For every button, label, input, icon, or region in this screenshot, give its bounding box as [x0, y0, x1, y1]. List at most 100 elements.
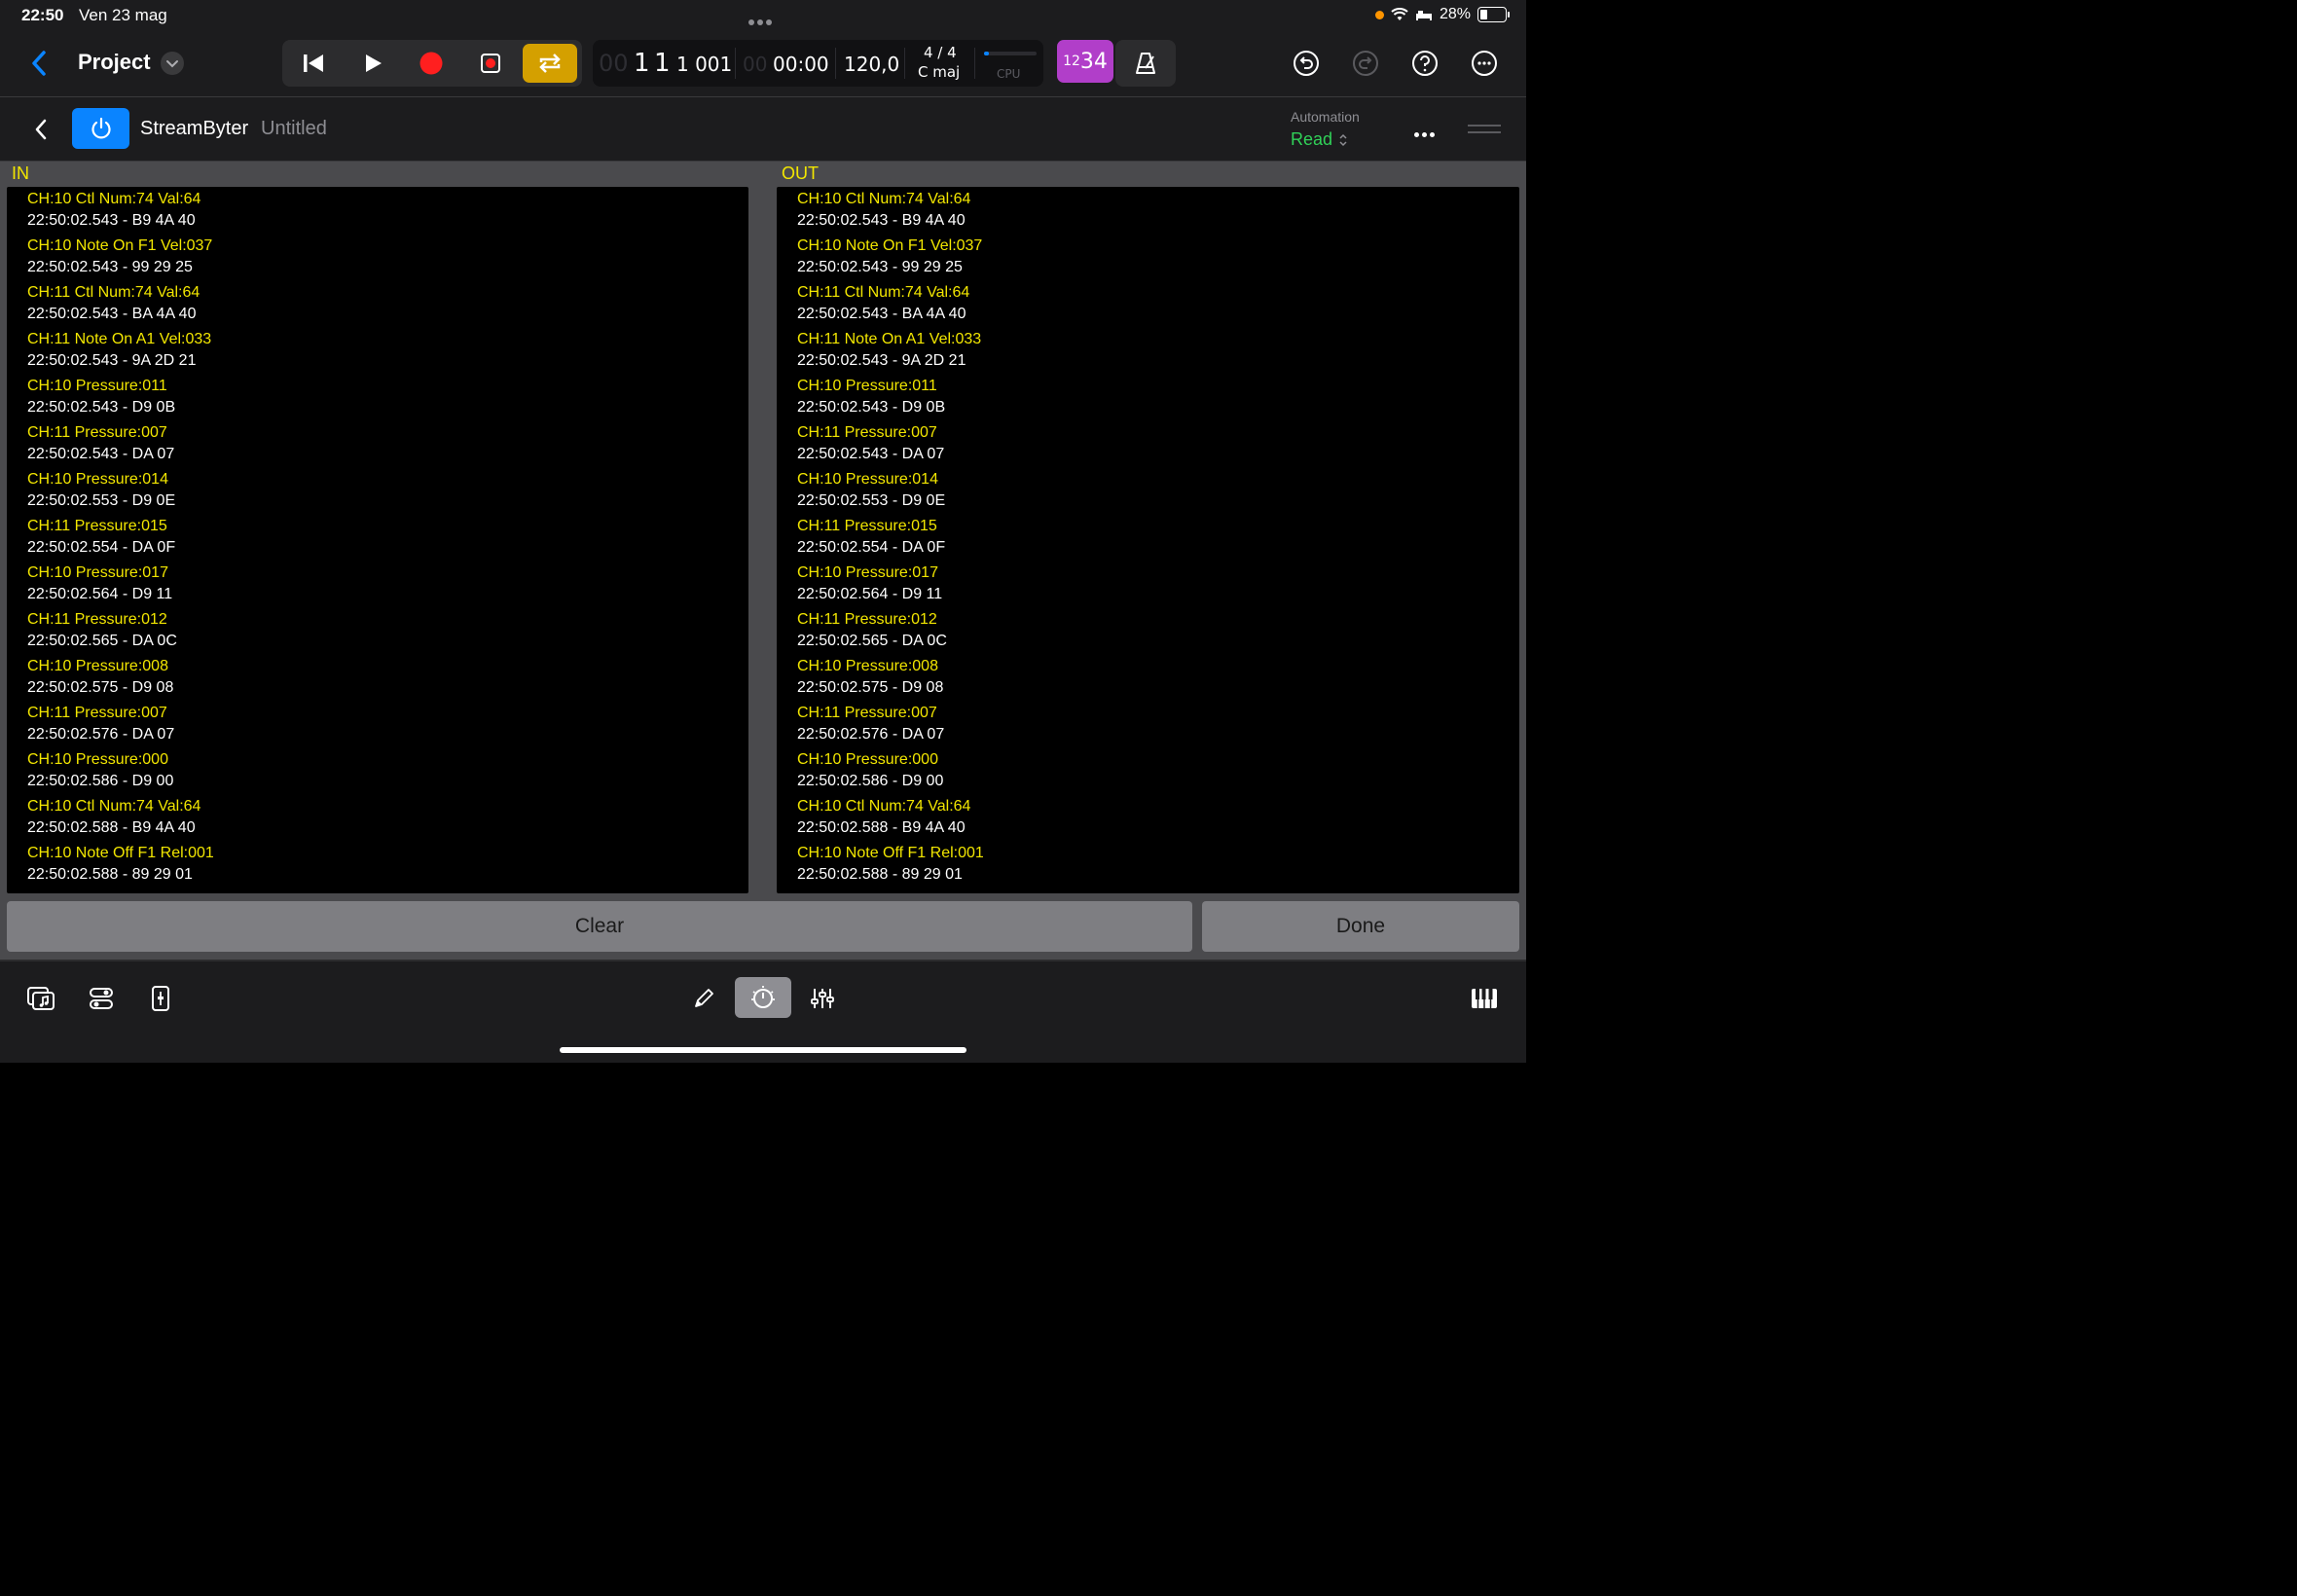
log-entry: CH:10 Ctl Num:74 Val:64 22:50:02.588 - B9…: [777, 796, 1519, 839]
metronome-icon: [1136, 53, 1155, 74]
log-entry-description: CH:10 Note Off F1 Rel:001: [797, 845, 984, 861]
out-log-list: CH:10 Ctl Num:74 Val:64 22:50:02.543 - B9…: [777, 187, 1519, 893]
help-icon[interactable]: [1409, 48, 1440, 79]
log-entry-raw-bytes: 22:50:02.576 - DA 07: [27, 726, 175, 743]
cycle-button[interactable]: [523, 44, 577, 83]
status-indicators: 28%: [1374, 6, 1510, 23]
toggles-icon: [90, 988, 113, 1009]
up-down-chevron-icon: [1339, 134, 1347, 147]
automation-mode-value: Read: [1291, 129, 1333, 149]
log-entry-description: CH:10 Pressure:017: [797, 564, 938, 581]
log-entry-description: CH:11 Pressure:007: [797, 424, 937, 441]
log-entry-raw-bytes: 22:50:02.576 - DA 07: [797, 726, 945, 743]
log-entry-description: CH:11 Pressure:007: [797, 705, 937, 721]
plugin-power-button[interactable]: [72, 108, 129, 149]
smart-controls-button[interactable]: [82, 981, 121, 1016]
record-button[interactable]: [404, 44, 458, 83]
keyboard-button[interactable]: [1465, 981, 1504, 1016]
plugin-knob-icon: [751, 986, 775, 1008]
log-entry-raw-bytes: 22:50:02.554 - DA 0F: [797, 539, 946, 556]
log-entry-description: CH:10 Pressure:011: [27, 378, 167, 394]
automation-mode-selector[interactable]: Read: [1291, 129, 1349, 150]
play-icon: [366, 54, 382, 72]
more-options-icon[interactable]: [1469, 48, 1500, 79]
log-entry-raw-bytes: 22:50:02.564 - D9 11: [797, 586, 943, 602]
plugin-name: StreamByter: [140, 118, 249, 139]
back-chevron-icon[interactable]: [25, 47, 53, 80]
log-entry: CH:10 Ctl Num:74 Val:64 22:50:02.588 - B9…: [7, 796, 748, 839]
log-entry-raw-bytes: 22:50:02.575 - D9 08: [797, 679, 944, 696]
log-entry: CH:10 Pressure:011 22:50:02.543 - D9 0B: [777, 376, 1519, 418]
log-entry-description: CH:11 Ctl Num:74 Val:64: [797, 284, 970, 301]
project-menu-button[interactable]: [161, 52, 184, 75]
drag-handle-icon[interactable]: [1468, 125, 1501, 138]
preset-name[interactable]: Untitled: [261, 118, 327, 140]
plugin-back-chevron-icon[interactable]: [31, 117, 51, 142]
transport-controls: [282, 40, 582, 87]
go-to-beginning-button[interactable]: [286, 44, 341, 83]
log-entry-raw-bytes: 22:50:02.543 - BA 4A 40: [27, 306, 197, 322]
log-entry-description: CH:11 Ctl Num:74 Val:64: [27, 284, 201, 301]
log-entry: CH:10 Pressure:017 22:50:02.564 - D9 11: [777, 562, 1519, 605]
home-indicator[interactable]: [560, 1047, 966, 1053]
log-entry-description: CH:10 Pressure:008: [797, 658, 938, 674]
clear-button[interactable]: Clear: [7, 901, 1192, 952]
count-in-small-digits: 12: [1063, 54, 1080, 69]
log-entry-description: CH:10 Pressure:000: [27, 751, 168, 768]
log-entry-description: CH:11 Pressure:000: [797, 889, 1519, 893]
log-entry-raw-bytes: 22:50:02.543 - DA 07: [27, 446, 175, 462]
log-entry: CH:10 Pressure:017 22:50:02.564 - D9 11: [7, 562, 748, 605]
cpu-label: CPU: [997, 67, 1021, 81]
log-entry-raw-bytes: 22:50:02.543 - D9 0B: [27, 399, 176, 416]
log-entry-description: CH:10 Pressure:017: [27, 564, 168, 581]
undo-icon[interactable]: [1291, 48, 1322, 79]
log-entry-description: CH:11 Pressure:007: [27, 705, 167, 721]
count-in-button[interactable]: 12 34: [1057, 40, 1113, 83]
play-button[interactable]: [346, 44, 400, 83]
log-entry-raw-bytes: 22:50:02.543 - 9A 2D 21: [797, 352, 966, 369]
automation-label: Automation: [1291, 109, 1360, 125]
log-entry-raw-bytes: 22:50:02.543 - D9 0B: [797, 399, 946, 416]
log-entry-raw-bytes: 22:50:02.554 - DA 0F: [27, 539, 176, 556]
log-entry: CH:11 Ctl Num:74 Val:64 22:50:02.543 - BA…: [7, 282, 748, 325]
lcd-display[interactable]: 00 1 1 1 001 00 00:00 120,0 4 / 4 C maj …: [593, 40, 1043, 87]
inspector-button[interactable]: [141, 981, 180, 1016]
log-entry: CH:10 Pressure:000 22:50:02.586 - D9 00: [7, 749, 748, 792]
log-entry-description: CH:10 Pressure:011: [797, 378, 937, 394]
cpu-meter: [984, 52, 1037, 55]
log-entry-raw-bytes: 22:50:02.575 - D9 08: [27, 679, 174, 696]
mixer-button[interactable]: [803, 981, 842, 1016]
log-entry-raw-bytes: 22:50:02.553 - D9 0E: [797, 492, 946, 509]
done-button[interactable]: Done: [1202, 901, 1519, 952]
log-entry-description: CH:10 Ctl Num:74 Val:64: [27, 798, 201, 815]
log-entry: CH:11 Pressure:007 22:50:02.543 - DA 07: [777, 422, 1519, 465]
browser-button[interactable]: [21, 981, 60, 1016]
lcd-beat: 1: [654, 49, 671, 78]
project-title[interactable]: Project: [78, 50, 151, 75]
log-entry: CH:10 Ctl Num:74 Val:64 22:50:02.543 - B9…: [777, 189, 1519, 232]
plugin-more-icon[interactable]: [1414, 125, 1438, 142]
edit-button[interactable]: [684, 981, 723, 1016]
inspector-icon: [152, 986, 169, 1011]
in-log-pane[interactable]: CH:10 Ctl Num:74 Val:64 22:50:02.543 - B9…: [7, 187, 748, 893]
chevron-down-icon: [166, 60, 178, 68]
redo-icon[interactable]: [1350, 48, 1381, 79]
log-entry-raw-bytes: 22:50:02.588 - 89 29 01: [27, 866, 193, 883]
log-entry-description: CH:10 Pressure:014: [797, 471, 938, 488]
log-entry: CH:11 Pressure:012 22:50:02.565 - DA 0C: [7, 609, 748, 652]
pencil-icon: [695, 989, 713, 1007]
out-log-pane[interactable]: CH:10 Ctl Num:74 Val:64 22:50:02.543 - B9…: [777, 187, 1519, 893]
piano-keys-icon: [1472, 989, 1497, 1008]
bottom-toolbar: [0, 960, 1526, 1063]
record-icon: [419, 52, 443, 75]
log-entry-description: CH:10 Ctl Num:74 Val:64: [797, 798, 971, 815]
wifi-icon: [1391, 8, 1408, 20]
capture-recording-button[interactable]: [463, 44, 518, 83]
metronome-button[interactable]: [1115, 40, 1176, 87]
log-entry: CH:11 Pressure:007 22:50:02.543 - DA 07: [7, 422, 748, 465]
multitasking-dots-icon[interactable]: [748, 13, 775, 30]
plugins-button-active[interactable]: [735, 977, 791, 1018]
log-entry-description: CH:11 Note On A1 Vel:033: [797, 331, 982, 347]
log-entry-raw-bytes: 22:50:02.564 - D9 11: [27, 586, 173, 602]
log-entry-description: CH:10 Ctl Num:74 Val:64: [27, 191, 201, 207]
